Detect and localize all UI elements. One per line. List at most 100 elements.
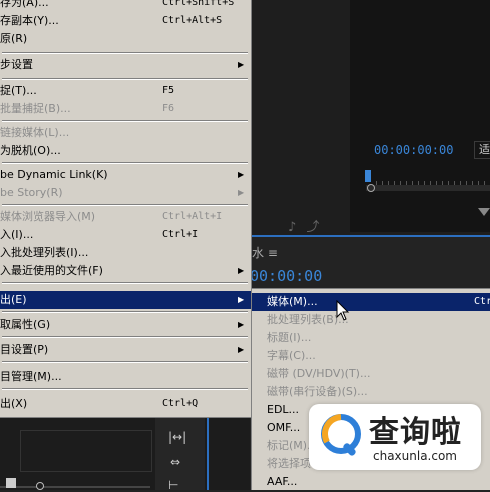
hamburger-icon[interactable]: ≡ — [268, 246, 278, 260]
scrubber-bar[interactable] — [366, 185, 490, 191]
zoom-handle[interactable] — [367, 184, 375, 192]
submenu-arrow-icon: ▶ — [238, 170, 245, 179]
menu-item-label: 入最近使用的文件(F) — [0, 264, 103, 277]
submenu-item-batch-list[interactable]: 批处理列表(B)... — [252, 311, 490, 329]
menu-item-label: 原(R) — [0, 32, 28, 45]
watermark-domain: chaxunla.com — [373, 449, 457, 463]
timeline-timecode[interactable]: 00:00:00 — [250, 267, 322, 285]
menu-item-shortcut: Ctrl+I — [162, 229, 199, 240]
file-menu: 存为(A)... Ctrl+Shift+S 存副本(Y)... Ctrl+Alt… — [0, 0, 252, 418]
menu-item-make-offline[interactable]: 为脱机(O)... — [0, 142, 251, 160]
menu-item-label: 链接媒体(L)... — [0, 126, 70, 139]
menu-item-label: 媒体浏览器导入(M) — [0, 210, 96, 223]
menu-item-story[interactable]: be Story(R) ▶ — [0, 184, 251, 202]
submenu-arrow-icon: ▶ — [238, 60, 245, 69]
menu-item-import[interactable]: 入(I)... Ctrl+I — [0, 226, 251, 244]
submenu-item-label: OMF... — [267, 421, 301, 434]
menu-item-label: be Story(R) — [0, 186, 63, 199]
monitor-timecode[interactable]: 00:00:00:00 — [374, 143, 453, 157]
menu-item-label: 目设置(P) — [0, 343, 49, 356]
menu-item-shortcut: Ctrl+Shift+S — [162, 0, 235, 8]
menu-item-label: 入(I)... — [0, 228, 34, 241]
tool-strip — [155, 418, 205, 490]
zoom-slider-knob[interactable] — [36, 482, 44, 490]
menu-item-label: 目管理(M)... — [0, 370, 62, 383]
zoom-slider-track[interactable] — [0, 486, 150, 488]
submenu-item-media[interactable]: 媒体(M)... Ctr — [252, 293, 490, 311]
timeline-tab[interactable]: 水 ≡ — [252, 244, 278, 261]
menu-item-revert[interactable]: 原(R) — [0, 30, 251, 48]
submenu-item-label: 磁带(串行设备)(S)... — [267, 385, 368, 398]
zoom-out-icon[interactable] — [6, 478, 16, 488]
export-frame-icon[interactable]: ⤴ — [306, 220, 319, 235]
menu-item-label: 出(X) — [0, 397, 28, 410]
menu-item-label: 捉(T)... — [0, 84, 37, 97]
watermark: 查询啦 chaxunla.com — [309, 404, 481, 470]
menu-separator — [2, 282, 248, 284]
search-logo-icon — [321, 414, 361, 456]
menu-separator — [2, 361, 248, 363]
menu-item-shortcut: Ctrl+Q — [162, 398, 199, 409]
submenu-item-aaf[interactable]: AAF... — [252, 473, 490, 491]
menu-separator — [2, 52, 248, 54]
menu-item-label: 存副本(Y)... — [0, 14, 59, 27]
submenu-arrow-icon: ▶ — [238, 188, 245, 197]
submenu-item-captions[interactable]: 字幕(C)... — [252, 347, 490, 365]
submenu-item-label: 媒体(M)... — [267, 295, 318, 308]
menu-item-export[interactable]: 出(E) ▶ — [0, 291, 251, 309]
submenu-item-shortcut: Ctr — [474, 296, 490, 307]
menu-item-sync-settings[interactable]: 步设置 ▶ — [0, 56, 251, 74]
submenu-arrow-icon: ▶ — [238, 320, 245, 329]
menu-item-label: 存为(A)... — [0, 0, 49, 9]
submenu-arrow-icon: ▶ — [238, 266, 245, 275]
submenu-item-label: 字幕(C)... — [267, 349, 316, 362]
marker-triangle-icon — [478, 208, 490, 216]
timeline-tab-prefix: 水 — [252, 246, 265, 260]
slip-tool-icon[interactable]: ⇔ — [170, 455, 180, 469]
submenu-item-tape-dv[interactable]: 磁带 (DV/HDV)(T)... — [252, 365, 490, 383]
menu-item-project-settings[interactable]: 目设置(P) ▶ — [0, 341, 251, 359]
program-monitor — [350, 0, 490, 232]
menu-item-import-media-browser[interactable]: 媒体浏览器导入(M) Ctrl+Alt+I — [0, 208, 251, 226]
playhead-marker[interactable] — [365, 170, 371, 182]
submenu-item-tape-serial[interactable]: 磁带(串行设备)(S)... — [252, 383, 490, 401]
menu-item-shortcut: Ctrl+Alt+I — [162, 211, 223, 222]
menu-item-label: be Dynamic Link(K) — [0, 168, 108, 181]
panel-icons: ♪ ⤴ — [288, 216, 319, 235]
menu-separator — [2, 336, 248, 338]
menu-item-project-manager[interactable]: 目管理(M)... — [0, 368, 251, 386]
ripple-edit-icon[interactable]: |↔| — [168, 430, 186, 444]
source-thumbnail-frame — [20, 430, 152, 472]
menu-item-label: 批量捕捉(B)... — [0, 102, 71, 115]
menu-item-import-batch-list[interactable]: 入批处理列表(I)... — [0, 244, 251, 262]
submenu-item-label: 磁带 (DV/HDV)(T)... — [267, 367, 371, 380]
menu-item-label: 步设置 — [0, 58, 33, 71]
menu-separator — [2, 311, 248, 313]
menu-item-capture[interactable]: 捉(T)... F5 — [0, 82, 251, 100]
menu-item-shortcut: Ctrl+Alt+S — [162, 15, 223, 26]
menu-item-dynamic-link[interactable]: be Dynamic Link(K) ▶ — [0, 166, 251, 184]
menu-separator — [2, 162, 248, 164]
menu-item-import-recent[interactable]: 入最近使用的文件(F) ▶ — [0, 262, 251, 280]
menu-item-exit[interactable]: 出(X) Ctrl+Q — [0, 395, 251, 413]
menu-separator — [2, 204, 248, 206]
timeline-divider — [207, 418, 209, 490]
menu-item-link-media[interactable]: 链接媒体(L)... — [0, 124, 251, 142]
menu-item-save-copy[interactable]: 存副本(Y)... Ctrl+Alt+S — [0, 12, 251, 30]
speaker-icon[interactable]: ♪ — [288, 220, 296, 235]
mouse-cursor-icon — [336, 300, 350, 321]
menu-item-shortcut: F6 — [162, 103, 175, 114]
menu-item-label: 取属性(G) — [0, 318, 51, 331]
menu-separator — [2, 120, 248, 122]
menu-item-label: 出(E) — [0, 293, 27, 306]
submenu-item-title[interactable]: 标题(I)... — [252, 329, 490, 347]
menu-item-label: 为脱机(O)... — [0, 144, 61, 157]
menu-item-get-properties[interactable]: 取属性(G) ▶ — [0, 316, 251, 334]
submenu-arrow-icon: ▶ — [238, 295, 245, 304]
menu-item-batch-capture[interactable]: 批量捕捉(B)... F6 — [0, 100, 251, 118]
menu-item-save-as[interactable]: 存为(A)... Ctrl+Shift+S — [0, 0, 251, 12]
submenu-item-label: AAF... — [267, 475, 298, 488]
submenu-item-label: EDL... — [267, 403, 300, 416]
watermark-title: 查询啦 — [369, 415, 462, 450]
fit-dropdown[interactable]: 适 — [474, 141, 490, 159]
